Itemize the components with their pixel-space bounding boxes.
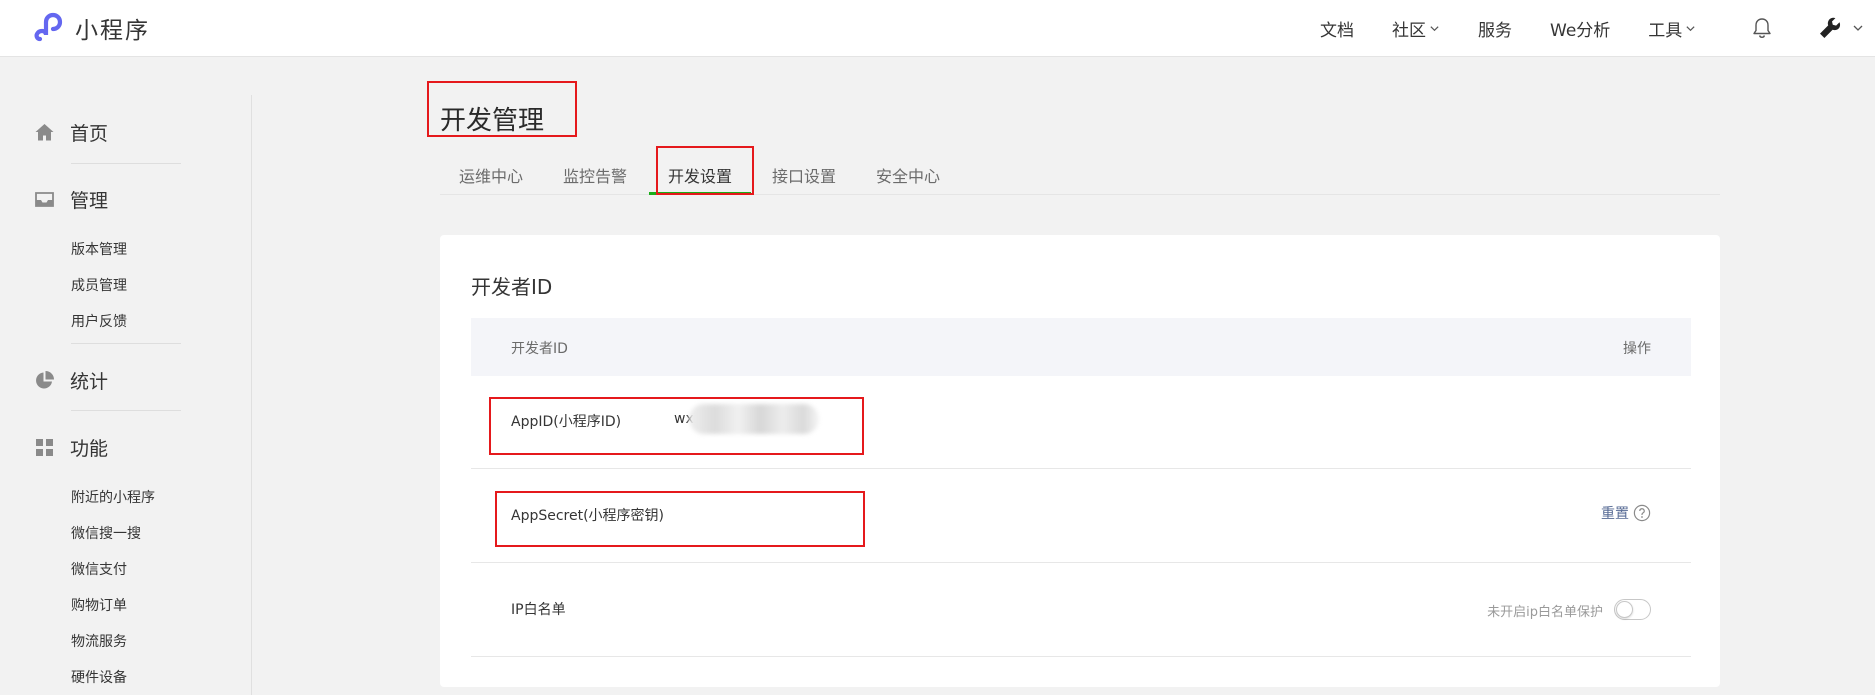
table-row-appsecret: AppSecret(小程序密钥) 重置 xyxy=(471,470,1691,563)
sidebar-item-shopping-orders[interactable]: 购物订单 xyxy=(71,595,127,615)
sidebar-item-wechat-pay[interactable]: 微信支付 xyxy=(71,559,127,579)
nav-docs[interactable]: 文档 xyxy=(1320,16,1354,41)
tab-dev-settings[interactable]: 开发设置 xyxy=(668,163,732,187)
page-title: 开发管理 xyxy=(440,106,545,136)
help-icon[interactable] xyxy=(1633,504,1651,522)
reset-secret-label: 重置 xyxy=(1601,506,1629,522)
tab-bar: 运维中心 监控告警 开发设置 接口设置 安全中心 xyxy=(440,160,1720,195)
table-row-ip-whitelist: IP白名单 未开启ip白名单保护 xyxy=(471,564,1691,657)
sidebar-item-stats[interactable]: 统计 xyxy=(34,367,108,394)
sidebar-separator xyxy=(71,343,181,344)
brand-name: 小程序 xyxy=(75,18,150,44)
inbox-icon xyxy=(35,192,54,207)
nav-docs-label: 文档 xyxy=(1320,21,1354,41)
chevron-down-icon xyxy=(1686,26,1695,32)
bell-icon[interactable] xyxy=(1751,16,1773,40)
nav-we-analytics[interactable]: We分析 xyxy=(1550,16,1610,41)
grid-icon xyxy=(36,439,53,456)
active-tab-indicator xyxy=(649,192,751,195)
toggle-knob xyxy=(1616,601,1633,618)
sidebar-item-logistics[interactable]: 物流服务 xyxy=(71,631,127,651)
column-header-actions: 操作 xyxy=(1623,341,1651,357)
tools-menu[interactable] xyxy=(1818,16,1864,40)
top-bar: 小程序 文档 社区 服务 We分析 工具 xyxy=(0,0,1875,57)
card-title: 开发者ID xyxy=(471,275,553,299)
appid-label: AppID(小程序ID) xyxy=(511,414,622,430)
nav-community[interactable]: 社区 xyxy=(1392,16,1440,41)
table-header: 开发者ID 操作 xyxy=(471,318,1691,376)
top-nav: 文档 社区 服务 We分析 工具 xyxy=(1320,0,1734,57)
mini-program-logo-icon xyxy=(34,12,63,42)
sidebar-item-home[interactable]: 首页 xyxy=(34,119,108,146)
reset-secret-button[interactable]: 重置 xyxy=(1601,503,1651,523)
pie-chart-icon xyxy=(36,371,54,389)
sidebar-item-features[interactable]: 功能 xyxy=(34,434,108,461)
ip-whitelist-status: 未开启ip白名单保护 xyxy=(1487,605,1603,620)
sidebar-item-wechat-search[interactable]: 微信搜一搜 xyxy=(71,523,141,543)
sidebar-item-member-management[interactable]: 成员管理 xyxy=(71,275,127,295)
sidebar-item-version-management[interactable]: 版本管理 xyxy=(71,239,127,259)
sidebar-item-nearby-mini-programs[interactable]: 附近的小程序 xyxy=(71,487,155,507)
sidebar-item-manage[interactable]: 管理 xyxy=(34,186,108,213)
sidebar-item-label: 功能 xyxy=(70,438,109,460)
sidebar-item-user-feedback[interactable]: 用户反馈 xyxy=(71,311,127,331)
tab-api-settings[interactable]: 接口设置 xyxy=(772,163,836,187)
wrench-icon xyxy=(1820,17,1841,38)
column-header-developer-id: 开发者ID xyxy=(511,341,568,357)
nav-we-analytics-label: We分析 xyxy=(1550,21,1611,41)
developer-id-card: 开发者ID 开发者ID 操作 AppID(小程序ID) wx AppSecret… xyxy=(440,235,1720,687)
sidebar-divider xyxy=(251,95,252,695)
nav-tools[interactable]: 工具 xyxy=(1648,16,1696,41)
brand[interactable]: 小程序 xyxy=(34,11,150,45)
tab-operations-center[interactable]: 运维中心 xyxy=(459,163,523,187)
nav-tools-label: 工具 xyxy=(1648,21,1683,41)
chevron-down-icon xyxy=(1853,25,1863,31)
sidebar-item-label: 首页 xyxy=(70,123,109,145)
nav-community-label: 社区 xyxy=(1392,21,1426,41)
redacted-appid-mask xyxy=(689,404,819,434)
appsecret-label: AppSecret(小程序密钥) xyxy=(511,508,665,524)
sidebar-separator xyxy=(71,410,181,411)
nav-services-label: 服务 xyxy=(1478,21,1512,41)
ip-whitelist-toggle[interactable] xyxy=(1614,599,1651,620)
ip-whitelist-label: IP白名单 xyxy=(511,602,566,618)
sidebar-item-hardware[interactable]: 硬件设备 xyxy=(71,667,127,687)
sidebar-item-label: 管理 xyxy=(70,190,109,212)
home-icon xyxy=(35,124,54,141)
sidebar-item-label: 统计 xyxy=(70,371,109,393)
sidebar-separator xyxy=(71,163,181,164)
tab-security-center[interactable]: 安全中心 xyxy=(876,163,940,187)
chevron-down-icon xyxy=(1430,26,1439,32)
tab-monitoring-alerts[interactable]: 监控告警 xyxy=(563,163,627,187)
nav-services[interactable]: 服务 xyxy=(1478,16,1512,41)
table-row-appid: AppID(小程序ID) wx xyxy=(471,376,1691,469)
